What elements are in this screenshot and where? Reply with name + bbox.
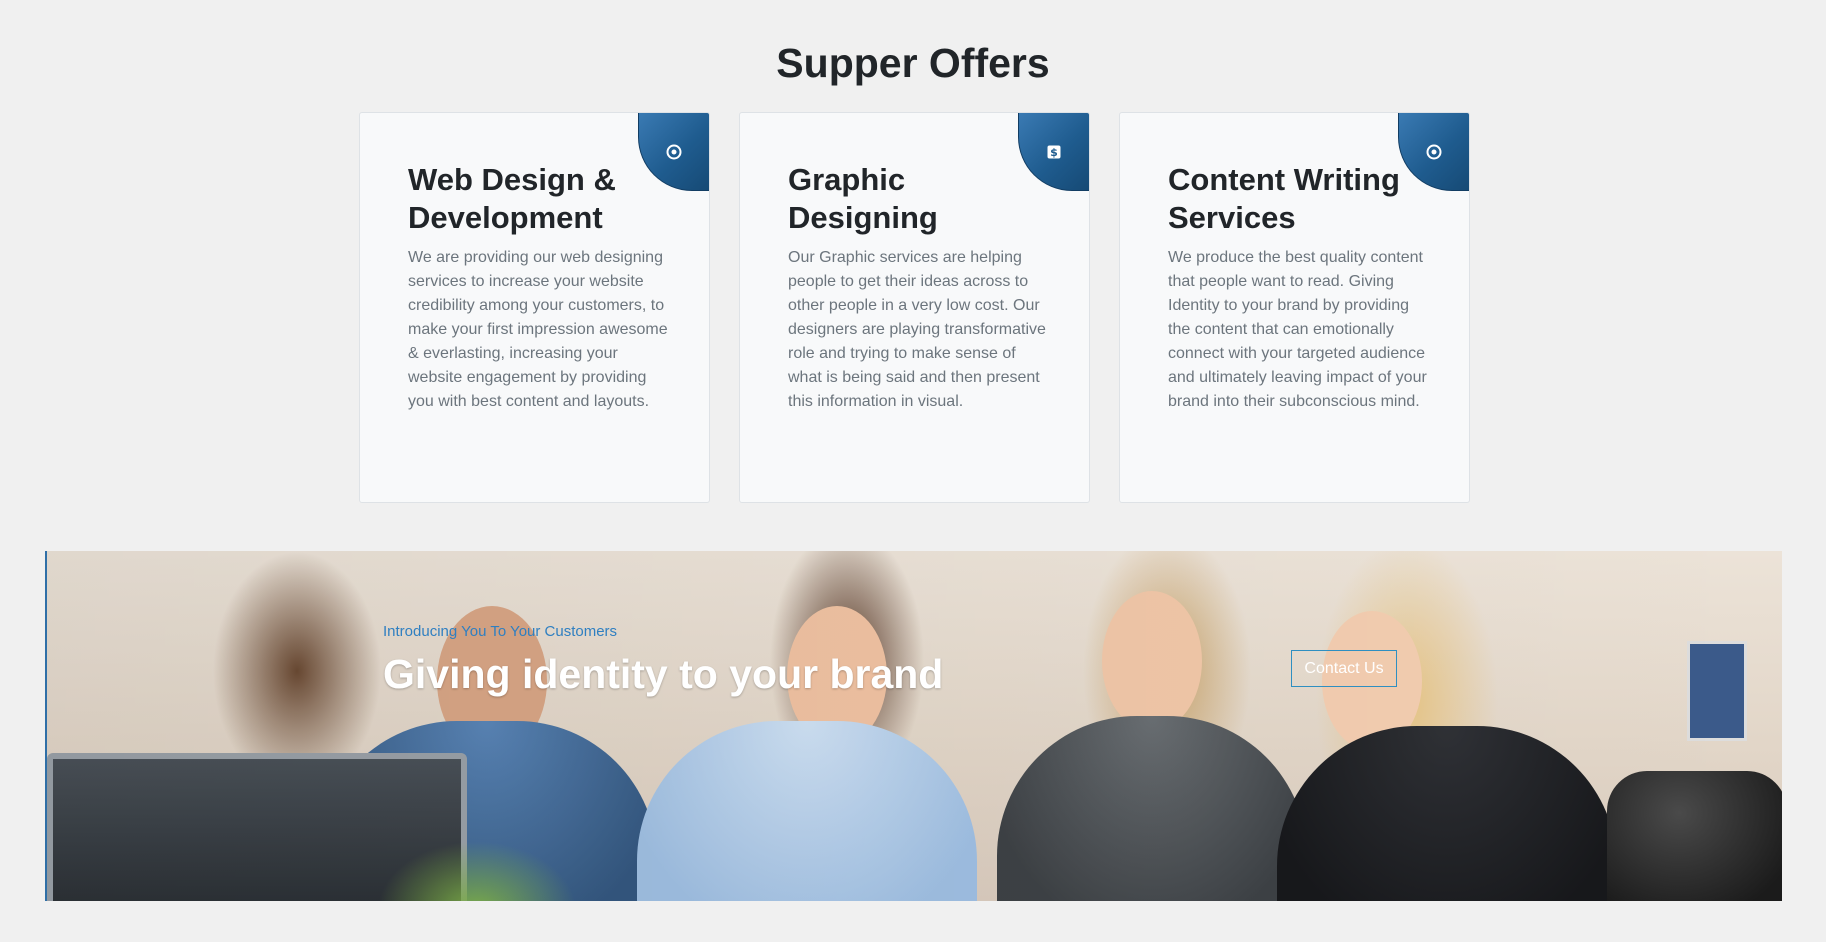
card-description: We produce the best quality content that… [1168, 249, 1427, 410]
cta-banner: Introducing You To Your Customers Giving… [45, 551, 1782, 901]
offer-card-web-design: Web Design & Development We are providin… [359, 112, 710, 503]
target-icon [1426, 144, 1442, 159]
card-description: We are providing our web designing servi… [408, 249, 668, 410]
offer-card-graphic-designing: $ Graphic Designing Our Graphic services… [739, 112, 1090, 503]
banner-overlay [47, 551, 1782, 901]
svg-text:$: $ [1050, 146, 1058, 159]
banner-kicker: Introducing You To Your Customers [383, 623, 618, 640]
section-title: Supper Offers [776, 40, 1050, 86]
offer-card-content-writing: Content Writing Services We produce the … [1119, 112, 1470, 503]
target-icon [666, 144, 682, 159]
card-title: Web Design & Development [408, 162, 616, 235]
banner-headline: Giving identity to your brand [383, 651, 944, 697]
card-title: Graphic Designing [788, 162, 938, 235]
contact-us-button[interactable]: Contact Us [1291, 650, 1397, 687]
page: Supper Offers Web Design & Development W… [0, 0, 1826, 942]
card-title: Content Writing Services [1168, 162, 1400, 235]
card-description: Our Graphic services are helping people … [788, 249, 1046, 410]
card-badge: $ [1018, 113, 1089, 191]
dollar-icon: $ [1047, 145, 1061, 159]
